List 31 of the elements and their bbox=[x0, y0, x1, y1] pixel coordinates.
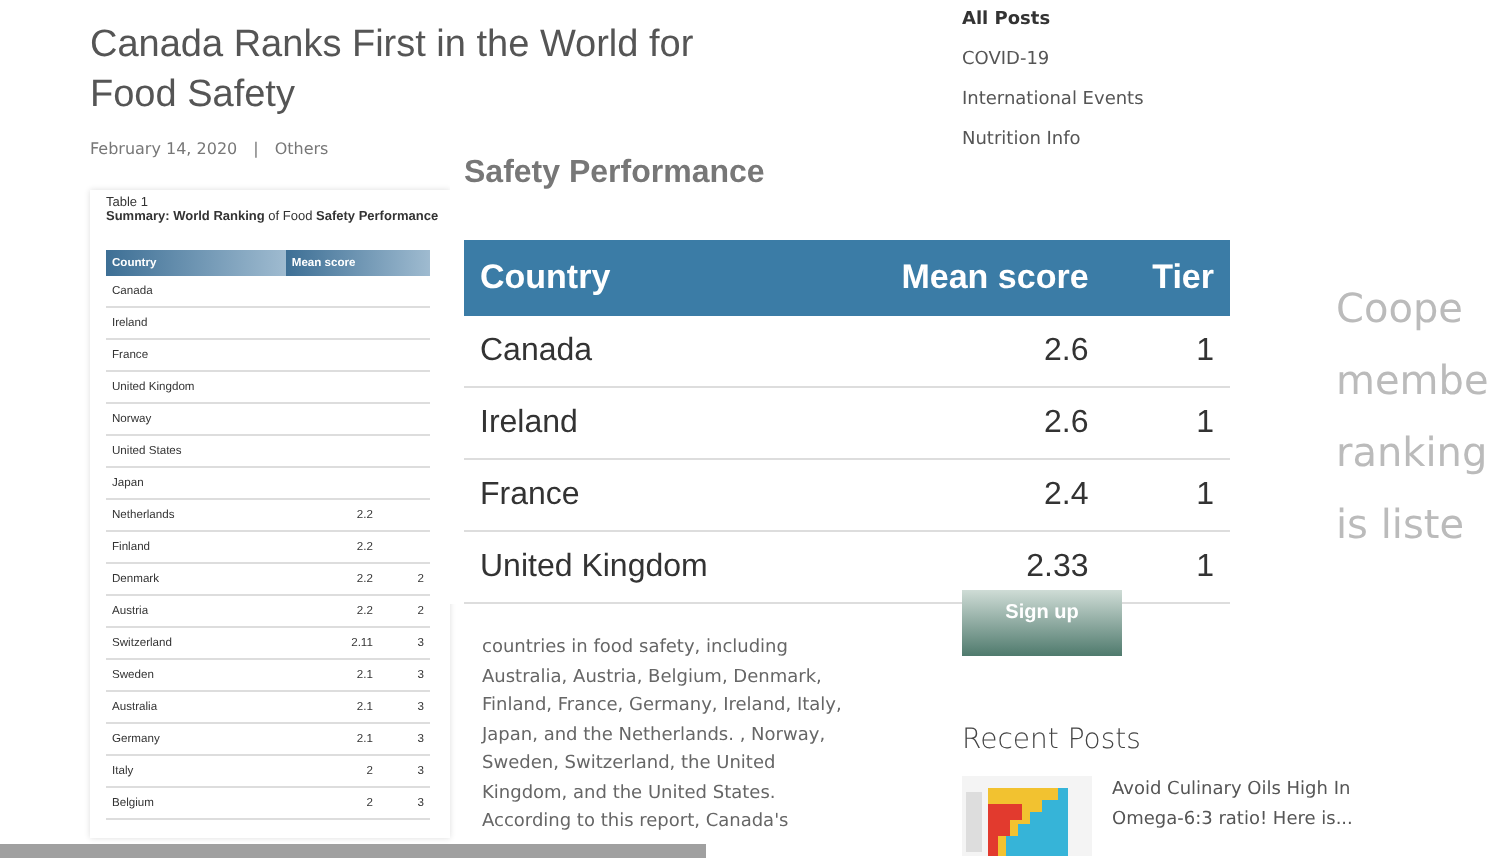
table-cell: Canada bbox=[464, 316, 812, 387]
post-date: February 14, 2020 bbox=[90, 140, 238, 158]
section-heading: Recent Posts bbox=[962, 724, 1143, 756]
article-title: Canada Ranks First in the World for Food Safety bbox=[90, 22, 696, 120]
table-heading: Safety Performance bbox=[464, 156, 767, 192]
column-header: Tier bbox=[1104, 240, 1230, 316]
meta-separator: | bbox=[253, 140, 259, 158]
table-cell: Ireland bbox=[464, 387, 812, 459]
faded-text: Coope bbox=[1336, 282, 1465, 336]
table-cell: 1 bbox=[1104, 459, 1230, 531]
table-cell: France bbox=[464, 459, 812, 531]
category-link[interactable]: Others bbox=[274, 140, 329, 158]
table-cell: 1 bbox=[1104, 316, 1230, 387]
faded-text: ranking bbox=[1336, 426, 1489, 480]
table-cell: 2.6 bbox=[811, 387, 1105, 459]
category-link[interactable]: International Events bbox=[962, 90, 1372, 110]
column-header: Mean score bbox=[811, 240, 1105, 316]
table-cell: United Kingdom bbox=[464, 531, 812, 603]
category-link[interactable]: Nutrition Info bbox=[962, 130, 1372, 150]
category-link[interactable]: All Posts bbox=[962, 10, 1372, 30]
table-cell: 2.4 bbox=[811, 459, 1105, 531]
column-header: Country bbox=[464, 240, 812, 316]
table-cell: 2.6 bbox=[811, 316, 1105, 387]
post-link[interactable]: Avoid Culinary Oils High In Omega-6:3 ratio! Here is... bbox=[1112, 776, 1372, 856]
category-link[interactable]: COVID-19 bbox=[962, 50, 1372, 70]
article-paragraph: countries in food safety, including Australia, Austria, Belgium, Denmark, Finland, France, Germany, Ireland, Italy, Japan, and the Netherlands. , Norway, Sweden, Switzerland, the United Kingdom, and the United States. According to this report, Canada's bbox=[482, 636, 844, 836]
table-cell: 1 bbox=[1104, 531, 1230, 603]
faded-text: is liste bbox=[1336, 498, 1467, 552]
faded-text: membe bbox=[1336, 354, 1489, 408]
table-cell: 1 bbox=[1104, 387, 1230, 459]
chart-thumbnail[interactable] bbox=[962, 776, 1092, 856]
